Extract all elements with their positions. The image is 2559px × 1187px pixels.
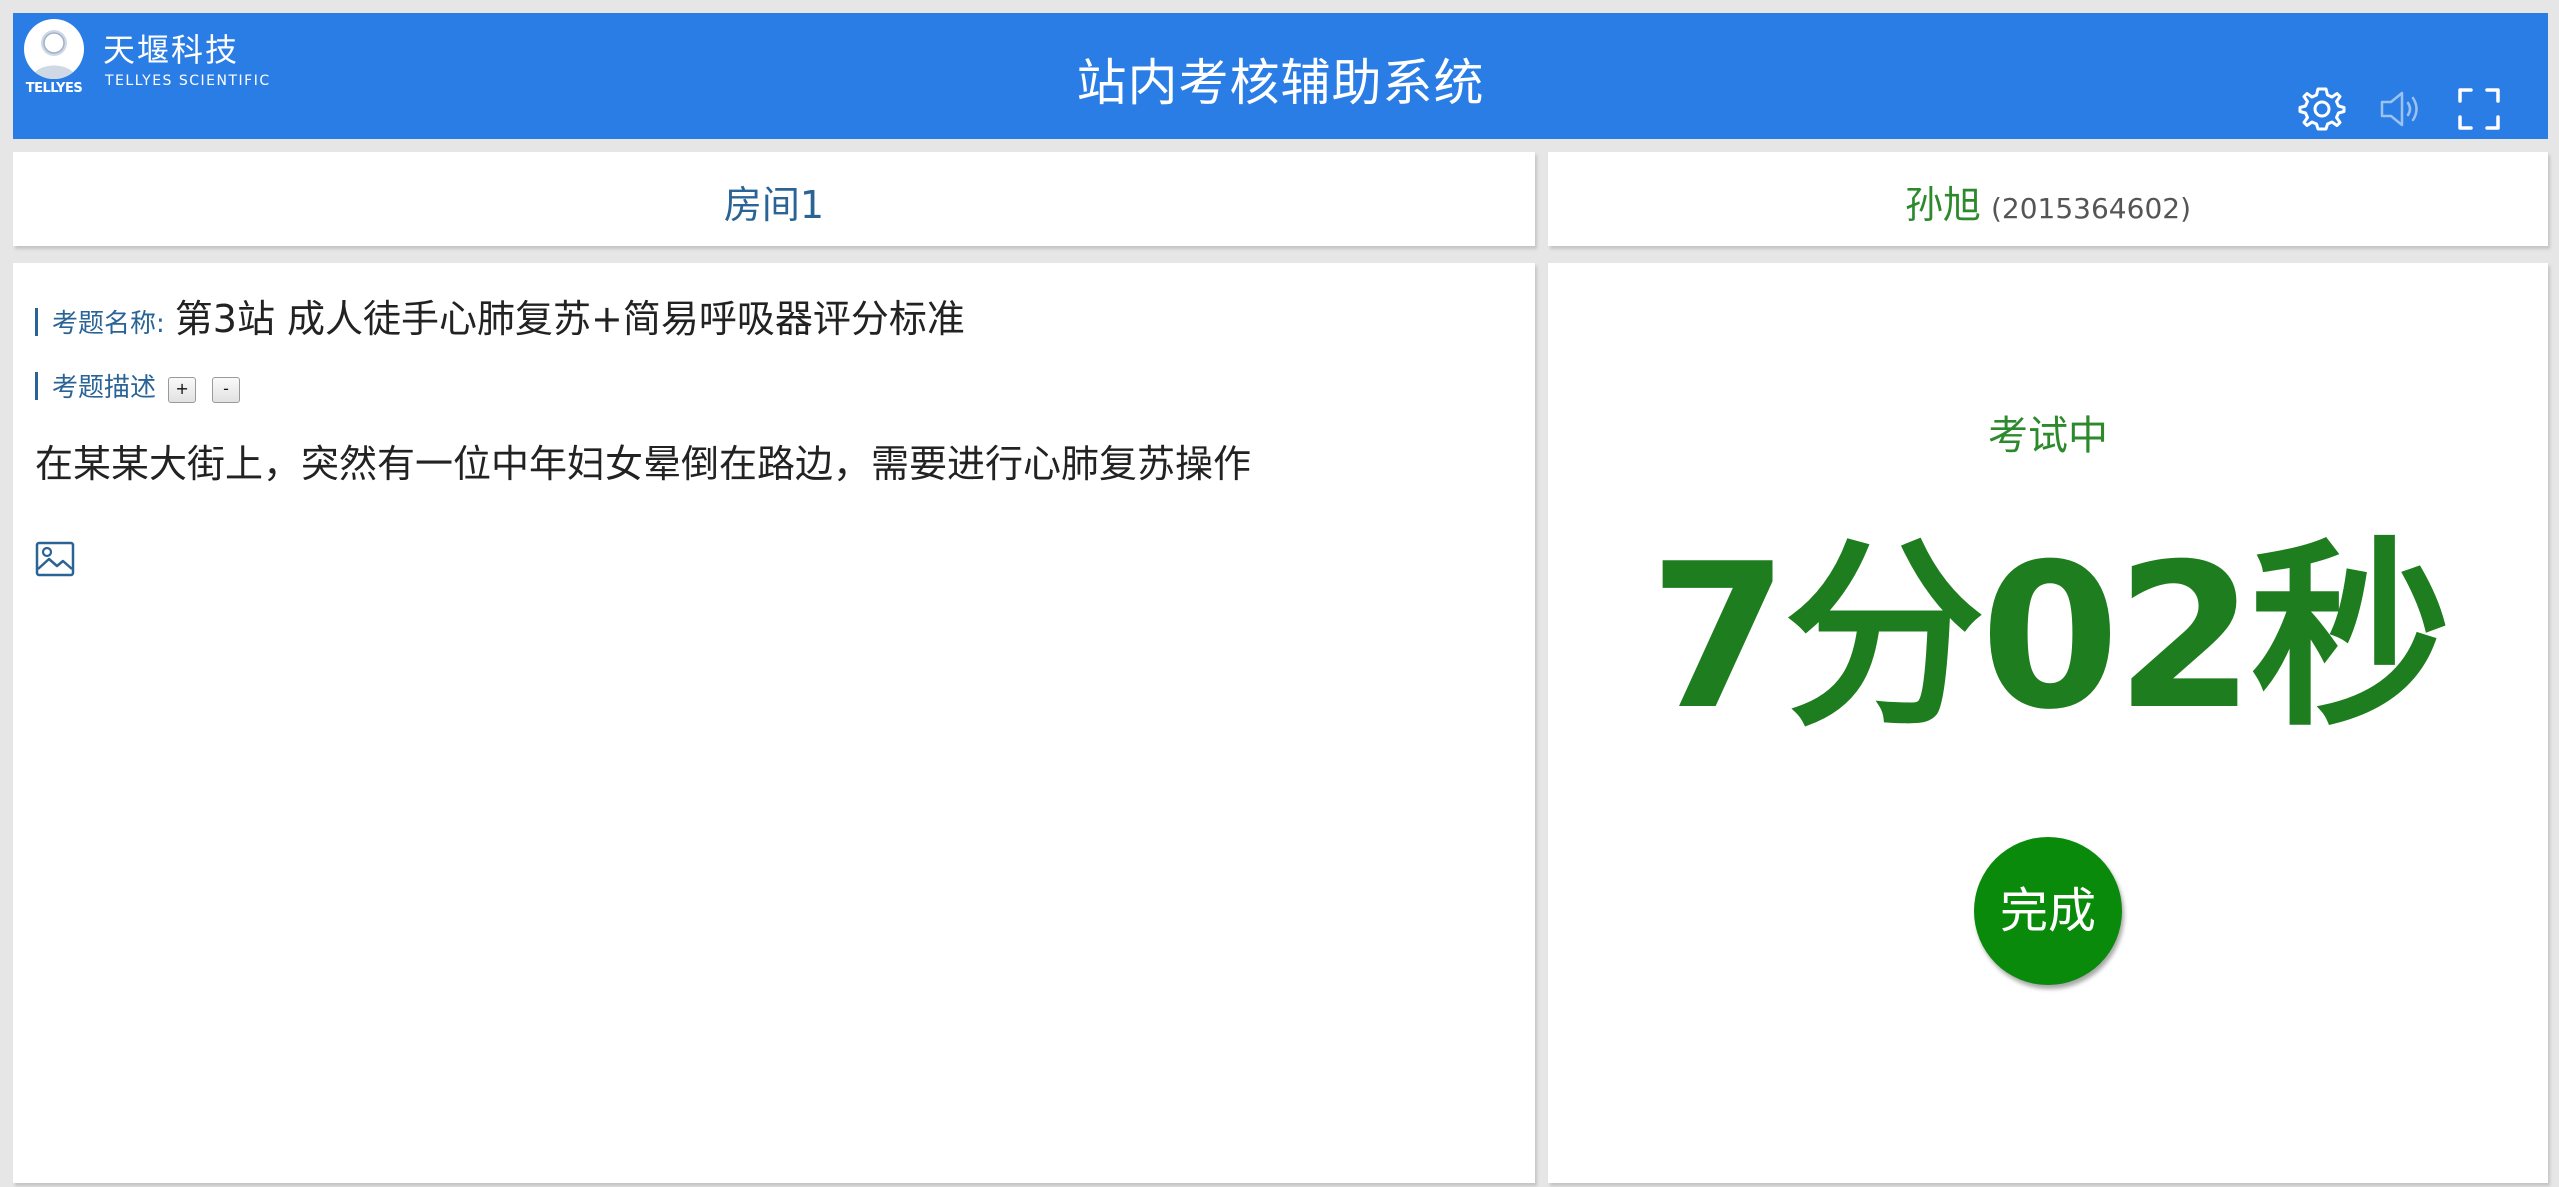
question-desc-label: 考题描述 [52, 373, 157, 403]
exam-status: 考试中 [1988, 413, 2108, 459]
collapse-button[interactable]: - [212, 377, 241, 403]
gear-icon[interactable] [2296, 83, 2348, 135]
finish-button[interactable]: 完成 [1974, 837, 2122, 985]
app-header: TELLYES 天堰科技 TELLYES SCIENTIFIC 站内考核辅助系统 [13, 13, 2548, 139]
question-name-row: 考题名称: 第3站 成人徒手心肺复苏+简易呼吸器评分标准 [35, 288, 965, 343]
section-marker [35, 308, 38, 336]
app-title: 站内考核辅助系统 [1076, 54, 1485, 112]
image-icon[interactable] [35, 541, 75, 577]
question-desc-row: 考题描述 + - [35, 367, 241, 404]
candidate-name: 孙旭 [1904, 183, 1981, 227]
section-marker [35, 372, 38, 400]
candidate-info: 孙旭 (2015364602) [1548, 174, 2548, 229]
candidate-bar: 孙旭 (2015364602) [1548, 152, 2548, 246]
expand-button[interactable]: + [168, 377, 197, 403]
question-name: 第3站 成人徒手心肺复苏+简易呼吸器评分标准 [174, 297, 965, 341]
fullscreen-icon[interactable] [2453, 83, 2505, 135]
candidate-id: (2015364602) [1991, 192, 2191, 225]
question-description: 在某某大街上，突然有一位中年妇女晕倒在路边，需要进行心肺复苏操作 [35, 442, 1252, 486]
countdown-timer: 7分02秒 [1649, 521, 2450, 754]
question-name-label: 考题名称: [52, 309, 165, 339]
exam-panel: 考试中 7分02秒 完成 [1548, 263, 2548, 1183]
room-title: 房间1 [723, 183, 825, 227]
speaker-icon[interactable] [2375, 83, 2427, 135]
question-panel: 考题名称: 第3站 成人徒手心肺复苏+简易呼吸器评分标准 考题描述 + - 在某某大街… [13, 263, 1535, 1183]
room-bar: 房间1 [13, 152, 1535, 246]
